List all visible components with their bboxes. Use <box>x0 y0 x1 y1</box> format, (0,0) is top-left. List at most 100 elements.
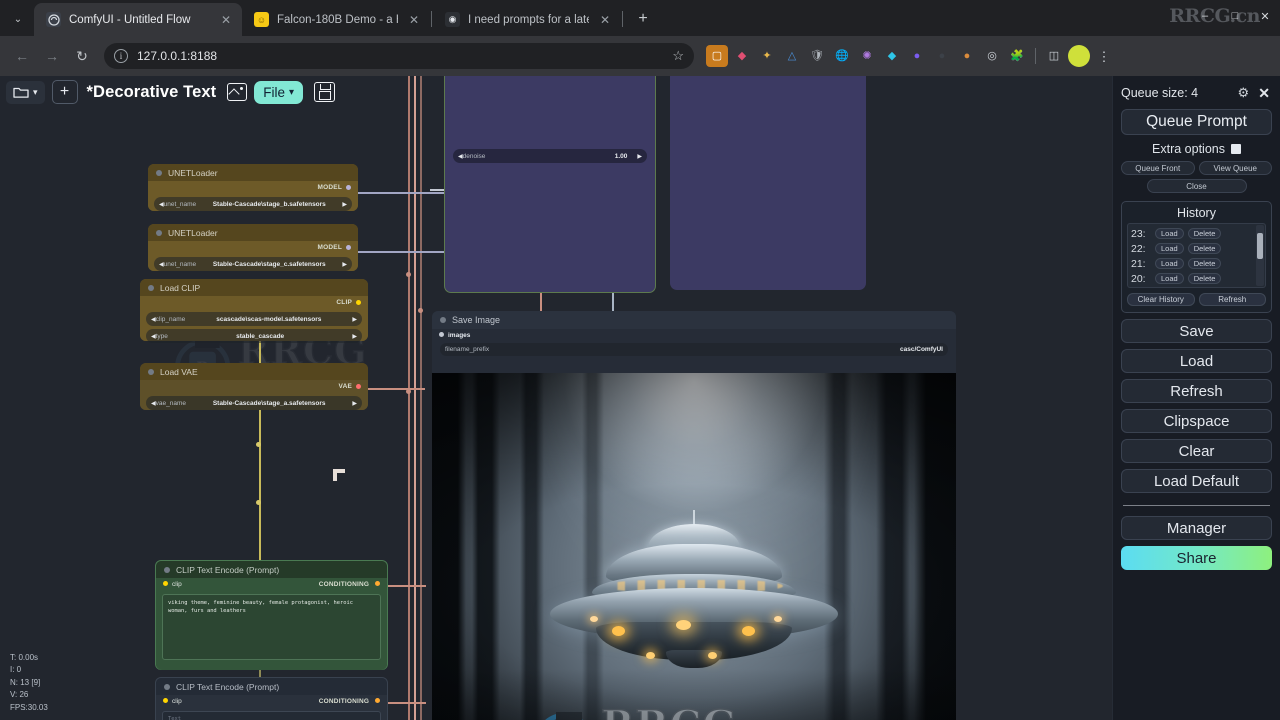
chevron-right-icon[interactable]: ▶ <box>352 316 357 323</box>
history-item[interactable]: 21: Load Delete <box>1131 256 1262 271</box>
history-item[interactable]: 22: Load Delete <box>1131 241 1262 256</box>
share-button[interactable]: Share <box>1121 546 1272 570</box>
maximize-button[interactable]: □ <box>1220 0 1250 32</box>
input-slot-dot[interactable] <box>163 698 168 703</box>
node-unetloader-c[interactable]: UNETLoader MODEL ◀ unet_name Stable-Casc… <box>148 224 358 271</box>
site-info-icon[interactable]: i <box>114 49 128 63</box>
node-collapse-dot[interactable] <box>148 284 154 291</box>
history-scrollbar-thumb[interactable] <box>1257 233 1263 259</box>
close-icon[interactable]: ✕ <box>218 12 234 28</box>
node-unetloader-b[interactable]: UNETLoader MODEL ◀ unet_name Stable-Casc… <box>148 164 358 211</box>
history-delete-button[interactable]: Delete <box>1187 243 1222 254</box>
close-icon[interactable]: ✕ <box>597 12 613 28</box>
history-item[interactable]: 23: Load Delete <box>1131 226 1262 241</box>
node-collapse-dot[interactable] <box>164 683 170 690</box>
node-title-bar[interactable]: CLIP Text Encode (Prompt) <box>156 561 387 578</box>
node-title-bar[interactable]: UNETLoader <box>148 224 358 241</box>
node-collapse-dot[interactable] <box>148 368 154 375</box>
history-scrollbar[interactable] <box>1256 225 1264 286</box>
circle-blue-icon[interactable]: ● <box>906 45 928 67</box>
input-slot[interactable]: clip <box>163 698 182 705</box>
output-slot-dot[interactable] <box>346 245 351 250</box>
minimize-button[interactable]: – <box>1190 0 1220 32</box>
close-icon[interactable]: ✕ <box>406 12 422 28</box>
history-delete-button[interactable]: Delete <box>1187 228 1222 239</box>
node-title-bar[interactable]: Load CLIP <box>140 279 368 296</box>
manager-button[interactable]: Manager <box>1121 516 1272 540</box>
paint-icon[interactable]: ✦ <box>756 45 778 67</box>
widget-clip-name[interactable]: ◀ clip_name scascade\scas-model.safetens… <box>146 312 362 326</box>
browser-tab-comfyui[interactable]: ComfyUI - Untitled Flow ✕ <box>34 3 242 36</box>
node-title-bar[interactable]: Load VAE <box>140 363 368 380</box>
node-load-clip[interactable]: Load CLIP CLIP ◀ clip_name scascade\scas… <box>140 279 368 343</box>
queue-prompt-button[interactable]: Queue Prompt <box>1121 109 1272 135</box>
output-slot-dot[interactable] <box>356 384 361 389</box>
image-icon[interactable] <box>227 83 248 101</box>
reload-button[interactable]: ↻ <box>68 42 96 70</box>
output-slot-dot[interactable] <box>346 185 351 190</box>
shield-icon[interactable]: 🛡 <box>806 45 828 67</box>
chevron-right-icon[interactable]: ▶ <box>342 201 347 208</box>
node-ksampler[interactable]: ◀ denoise 1.00 ▶ <box>444 76 656 293</box>
address-bar[interactable]: i 127.0.0.1:8188 ☆ <box>104 43 694 69</box>
node-clip-text-encode-negative[interactable]: CLIP Text Encode (Prompt) clip CONDITION… <box>155 677 388 720</box>
node-save-image[interactable]: Save Image images filename_prefix casc/C… <box>432 311 956 720</box>
chevron-right-icon[interactable]: ▶ <box>352 400 357 407</box>
node-collapse-dot[interactable] <box>156 169 162 176</box>
feather-icon[interactable]: ✺ <box>856 45 878 67</box>
load-default-button[interactable]: Load Default <box>1121 469 1272 493</box>
back-button[interactable]: ← <box>8 42 36 70</box>
clear-button[interactable]: Clear <box>1121 439 1272 463</box>
chevron-right-icon[interactable]: ▶ <box>342 261 347 268</box>
input-slot[interactable]: clip <box>163 581 182 588</box>
close-icon[interactable]: ✕ <box>1256 85 1272 102</box>
clear-history-button[interactable]: Clear History <box>1127 293 1195 306</box>
new-workflow-button[interactable]: + <box>51 80 78 104</box>
browser-tab-reddit[interactable]: ◉ I need prompts for a latent diffusion … <box>433 3 621 36</box>
node-clip-text-encode-positive[interactable]: CLIP Text Encode (Prompt) clip CONDITION… <box>155 560 388 670</box>
file-menu-button[interactable]: File ▾ <box>254 80 304 104</box>
output-slot-dot[interactable] <box>375 698 380 703</box>
browser-tab-falcon[interactable]: ☺ Falcon-180B Demo - a Hugging Face ✕ <box>242 3 430 36</box>
node-load-vae[interactable]: Load VAE VAE ◀ vae_name Stable-Cascade\s… <box>140 363 368 410</box>
history-delete-button[interactable]: Delete <box>1187 258 1222 269</box>
generated-image-preview[interactable] <box>432 373 956 720</box>
widget-unet-name[interactable]: ◀ unet_name Stable-Cascade\stage_c.safet… <box>154 257 352 271</box>
drive-icon[interactable]: △ <box>781 45 803 67</box>
tab-list-button[interactable]: ⌄ <box>4 5 32 33</box>
prompt-textarea[interactable]: viking theme, feminine beauty, female pr… <box>162 594 381 660</box>
extra-options-checkbox[interactable] <box>1230 144 1241 154</box>
input-slot[interactable]: images <box>439 331 470 339</box>
widget-clip-type[interactable]: ◀ type stable_cascade ▶ <box>146 329 362 343</box>
history-load-button[interactable]: Load <box>1155 258 1184 269</box>
node-title-bar[interactable]: UNETLoader <box>148 164 358 181</box>
history-list[interactable]: 23: Load Delete 22: Load Delete 21: Load… <box>1127 223 1266 288</box>
node-collapse-dot[interactable] <box>440 317 446 323</box>
clipspace-button[interactable]: Clipspace <box>1121 409 1272 433</box>
kebab-menu-icon[interactable]: ⋮ <box>1093 45 1115 67</box>
input-slot-dot[interactable] <box>439 331 444 337</box>
refresh-button[interactable]: Refresh <box>1121 379 1272 403</box>
chevron-right-icon[interactable]: ▶ <box>637 153 642 160</box>
profile-avatar[interactable] <box>1068 45 1090 67</box>
new-tab-button[interactable]: + <box>630 6 656 32</box>
load-button[interactable]: Load <box>1121 349 1272 373</box>
puzzle-icon[interactable]: 🧩 <box>1006 45 1028 67</box>
widget-denoise[interactable]: ◀ denoise 1.00 ▶ <box>453 149 647 163</box>
extra-options-row[interactable]: Extra options <box>1121 142 1272 156</box>
bookmark-star-icon[interactable]: ☆ <box>672 48 684 64</box>
history-item[interactable]: 19: Load Delete <box>1131 286 1262 287</box>
chevron-right-icon[interactable]: ▶ <box>352 333 357 340</box>
input-slot-dot[interactable] <box>163 581 168 586</box>
sidepanel-icon[interactable]: ◫ <box>1043 45 1065 67</box>
widget-vae-name[interactable]: ◀ vae_name Stable-Cascade\stage_a.safete… <box>146 396 362 410</box>
floppy-save-icon[interactable] <box>314 82 336 102</box>
node-title-bar[interactable]: Save Image <box>432 311 956 329</box>
eraser-icon[interactable]: ◆ <box>731 45 753 67</box>
save-button[interactable]: Save <box>1121 319 1272 343</box>
globe-icon[interactable]: 🌐 <box>831 45 853 67</box>
forward-button[interactable]: → <box>38 42 66 70</box>
output-slot-dot[interactable] <box>356 300 361 305</box>
window-close-button[interactable]: ✕ <box>1250 0 1280 32</box>
gear-icon[interactable]: ⚙ <box>1236 85 1250 100</box>
